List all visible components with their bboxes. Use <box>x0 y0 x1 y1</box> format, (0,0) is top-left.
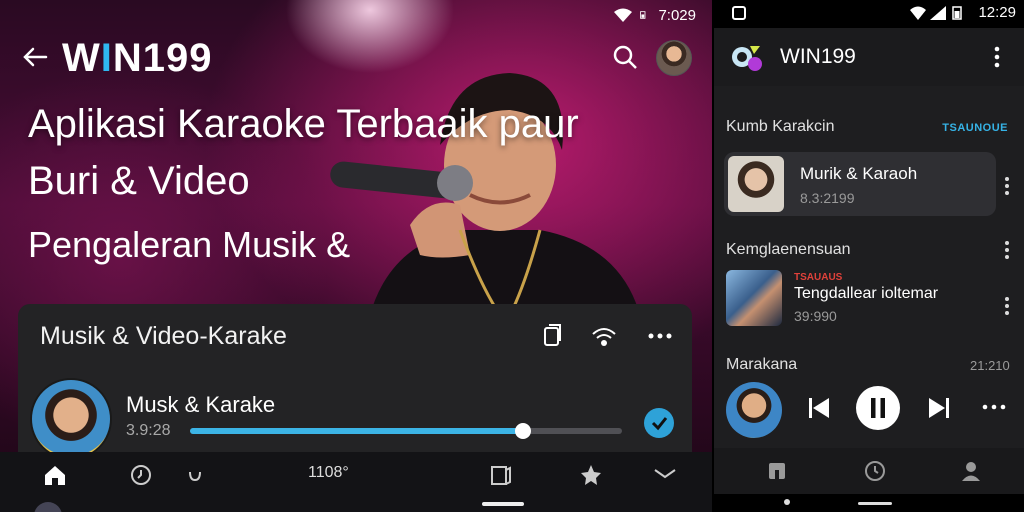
section-title-2: Kemglaenensuan <box>726 241 851 258</box>
wifi-icon <box>910 6 926 20</box>
more-vertical-icon[interactable] <box>1004 176 1010 196</box>
track-artwork <box>30 378 112 460</box>
arrow-left-icon[interactable] <box>20 42 50 72</box>
more-vertical-icon[interactable] <box>994 46 1000 68</box>
skip-next-icon[interactable] <box>928 396 950 420</box>
item-badge: TSAUAUS <box>794 272 843 283</box>
track-time: 3.9:28 <box>126 422 171 439</box>
top-app-bar: WIN199 <box>0 30 712 86</box>
app-logo: WIN199 <box>62 36 213 80</box>
status-time: 7:029 <box>658 6 696 24</box>
now-playing-card: Musik & Video-Karake Musk & Karake 3.9:2… <box>18 304 692 464</box>
loop-icon[interactable] <box>180 462 210 488</box>
search-icon[interactable] <box>612 44 638 70</box>
more-horizontal-icon[interactable] <box>982 402 1006 412</box>
gesture-bar <box>714 494 1024 512</box>
history-icon[interactable] <box>126 462 156 488</box>
section-tag-1[interactable]: TSAUNOUE <box>942 122 1008 134</box>
singer-illustration <box>330 73 640 315</box>
progress-fill <box>190 428 523 434</box>
more-vertical-icon[interactable] <box>1004 296 1010 316</box>
library-icon[interactable] <box>766 460 788 482</box>
right-screen: 12:29 WIN199 Kumb Karakcin TSAUNOUE Muri… <box>712 0 1024 512</box>
progress-slider[interactable] <box>190 423 622 439</box>
copy-icon[interactable] <box>538 322 566 350</box>
card-title: Musik & Video-Karake <box>40 322 287 350</box>
nav-center-label[interactable]: 1108° <box>308 464 349 482</box>
gesture-handle[interactable] <box>482 502 524 506</box>
home-icon[interactable] <box>40 462 70 488</box>
home-gesture-handle[interactable] <box>858 502 892 505</box>
app-logo-icon <box>732 46 762 71</box>
hero-title-line1: Aplikasi Karaoke Terbaaik paur <box>28 102 579 146</box>
bottom-navigation: 1108° <box>0 452 712 512</box>
wifi-icon <box>614 8 633 22</box>
list-item-1[interactable]: Murik & Karaoh 8.3:2199 <box>724 152 996 216</box>
mail-icon[interactable] <box>650 462 680 488</box>
item-subtitle: 39:990 <box>794 308 837 324</box>
right-app-bar: WIN199 <box>714 28 1024 86</box>
peek-item-avatar <box>34 502 62 512</box>
skip-previous-icon[interactable] <box>808 396 830 420</box>
check-circle-icon[interactable] <box>644 408 674 438</box>
mini-player-artwork <box>726 382 782 438</box>
item-thumbnail <box>726 270 782 326</box>
bottom-navigation-right <box>714 448 1024 494</box>
status-bar-right: 12:29 <box>714 0 1024 28</box>
more-vertical-icon[interactable] <box>1004 240 1010 260</box>
section-title-3: Marakana <box>726 356 798 373</box>
hero-title-line3: Pengaleran Musik & <box>28 224 351 265</box>
signal-icon <box>930 6 946 20</box>
cast-icon[interactable] <box>590 322 618 350</box>
section-title-1: Kumb Karakcin <box>726 118 835 135</box>
track-title: Musk & Karake <box>126 392 276 417</box>
progress-thumb[interactable] <box>514 423 531 439</box>
hero-title-line2: Buri & Video <box>28 159 250 203</box>
more-horizontal-icon[interactable] <box>646 322 674 350</box>
app-title: WIN199 <box>780 45 856 68</box>
item-thumbnail <box>728 156 784 212</box>
section-value-3: 21:210 <box>970 358 1010 373</box>
status-time-right: 12:29 <box>978 4 1016 21</box>
library-icon[interactable] <box>486 462 516 488</box>
battery-icon <box>952 6 962 20</box>
pause-icon <box>871 398 885 418</box>
battery-icon <box>640 11 646 19</box>
user-avatar[interactable] <box>656 40 692 76</box>
pause-button[interactable] <box>856 386 900 430</box>
profile-icon[interactable] <box>960 460 982 482</box>
history-icon[interactable] <box>864 460 886 482</box>
nav-back-dot[interactable] <box>784 499 790 505</box>
left-screen: 7:029 WIN199 Aplikasi Karaoke Terbaaik p… <box>0 0 712 512</box>
star-icon[interactable] <box>576 462 606 488</box>
item-title: Murik & Karaoh <box>800 164 918 183</box>
item-subtitle: 8.3:2199 <box>800 190 855 206</box>
status-bar: 7:029 <box>614 5 696 25</box>
notification-icon <box>732 6 746 20</box>
item-title[interactable]: Tengdal​lear ioltemar <box>794 285 938 303</box>
